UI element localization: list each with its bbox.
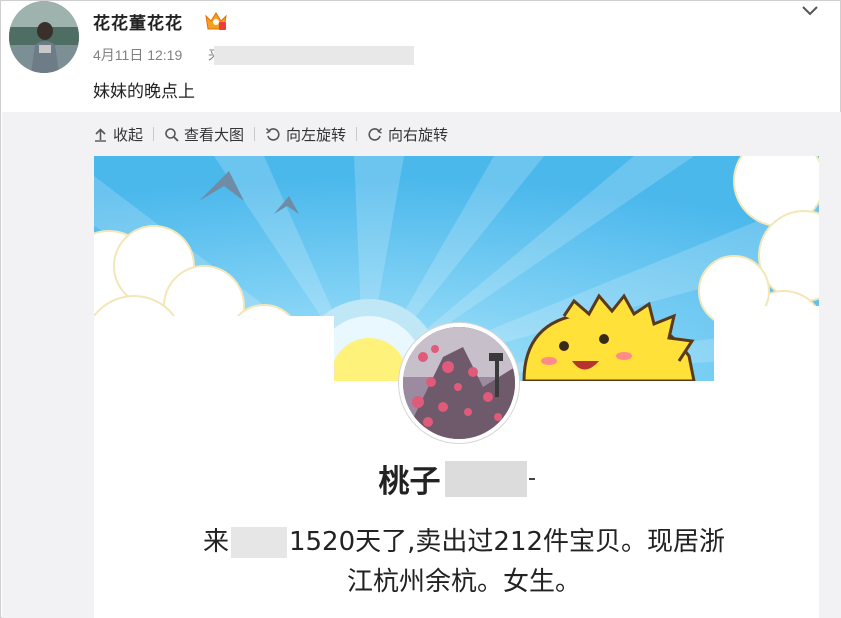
view-large-label: 查看大图 (184, 125, 245, 144)
collapse-label: 收起 (113, 125, 144, 144)
rotate-left-button[interactable]: 向左旋转 (265, 124, 346, 145)
rotate-left-icon (266, 127, 280, 141)
weibo-post-card: 花花董花花 4月11日 12:19 来 妹妹的晚点上 收起 查看大图 向左旋转 … (0, 0, 841, 618)
vip-crown-icon[interactable] (204, 10, 228, 32)
image-toolbar: 收起 查看大图 向左旋转 向右旋转 (93, 123, 448, 145)
user-avatar[interactable] (9, 1, 79, 73)
magnifier-icon (165, 127, 179, 142)
collapse-button[interactable]: 收起 (93, 124, 143, 145)
desc-line1-rest: 1520天了,卖出过212件宝贝。现居浙 (288, 527, 726, 557)
rotate-right-label: 向右旋转 (388, 125, 449, 144)
desc-prefix: 来 (202, 527, 229, 557)
post-date[interactable]: 4月11日 12:19 (93, 45, 182, 65)
view-large-button[interactable]: 查看大图 (164, 124, 244, 145)
rotate-right-button[interactable]: 向右旋转 (367, 124, 448, 145)
shop-description-line-1: 来 1520天了,卖出过212件宝贝。现居浙 (184, 522, 744, 562)
attached-image[interactable]: 桃子 来 1520天了,卖出过212件宝贝。现居浙 江杭州余杭。女生。 (94, 156, 819, 618)
chevron-down-icon[interactable] (801, 3, 819, 17)
redacted-platform (230, 527, 287, 558)
shop-description-line-2: 江杭州余杭。女生。 (346, 567, 581, 597)
user-name[interactable]: 花花董花花 (93, 9, 183, 34)
toolbar-divider (153, 127, 155, 141)
collapse-up-icon (95, 127, 106, 142)
shop-description: 来 1520天了,卖出过212件宝贝。现居浙 江杭州余杭。女生。 (184, 522, 744, 602)
redacted-shop-name (444, 460, 527, 497)
toolbar-divider (356, 127, 358, 141)
post-text: 妹妹的晚点上 (93, 82, 195, 102)
rotate-left-label: 向左旋转 (286, 125, 347, 144)
rotate-right-icon (368, 127, 383, 141)
shop-name-text: 桃子 (378, 464, 441, 500)
shop-avatar (399, 323, 519, 443)
shop-name: 桃子 (94, 456, 819, 501)
redacted-source (214, 46, 414, 65)
toolbar-divider (254, 127, 256, 141)
shop-name-tail (528, 477, 535, 480)
